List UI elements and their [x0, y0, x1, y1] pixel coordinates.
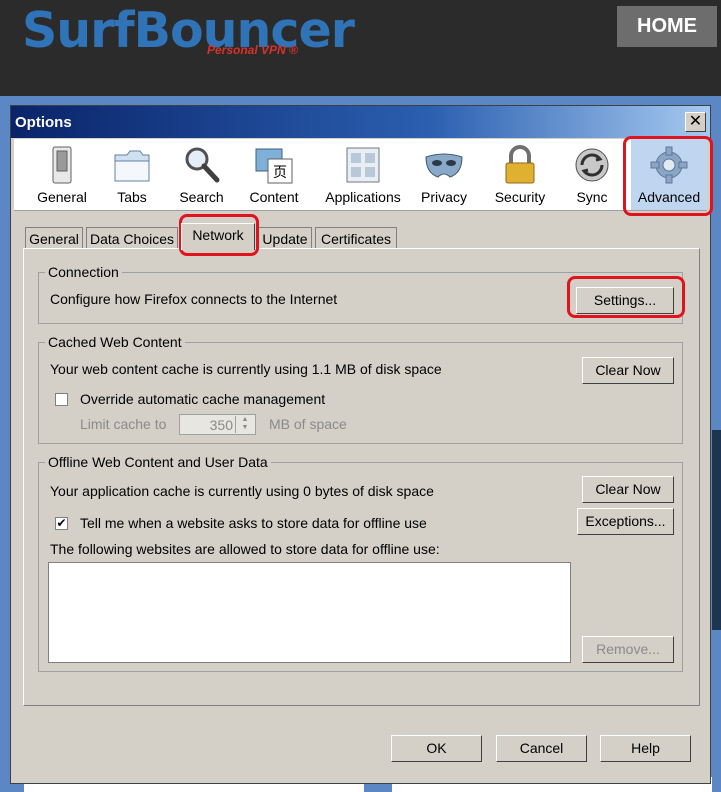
- site-logo[interactable]: SurfBouncer: [22, 2, 355, 59]
- settings-highlight: [567, 276, 685, 318]
- ok-button[interactable]: OK: [391, 735, 482, 762]
- help-button[interactable]: Help: [600, 735, 691, 762]
- offline-sites-list[interactable]: [48, 562, 571, 663]
- pane-label: Privacy: [421, 189, 467, 205]
- pane-label: Tabs: [117, 189, 147, 205]
- dialog-titlebar[interactable]: Options ✕: [11, 106, 710, 138]
- tab-data-choices[interactable]: Data Choices: [86, 227, 178, 249]
- button-label: Remove...: [596, 641, 660, 657]
- override-cache-checkbox[interactable]: [55, 393, 68, 406]
- pane-privacy[interactable]: Privacy: [414, 139, 474, 210]
- button-label: Exceptions...: [585, 513, 666, 529]
- options-dialog: Options ✕ General Tabs Search 页 Content …: [10, 105, 713, 784]
- connection-description: Configure how Firefox connects to the In…: [50, 291, 338, 307]
- page-background-strip: [712, 430, 721, 630]
- pane-label: Content: [249, 189, 299, 205]
- pane-label: Security: [494, 189, 546, 205]
- group-legend: Connection: [45, 264, 122, 280]
- pane-label: Sync: [576, 189, 608, 205]
- remove-button: Remove...: [582, 636, 674, 663]
- tab-network[interactable]: Network: [181, 223, 255, 250]
- tab-update[interactable]: Update: [258, 227, 312, 249]
- spinner-arrows-icon[interactable]: ▲ ▼: [235, 416, 254, 433]
- checkmark-icon: ✔: [56, 516, 67, 530]
- magnifier-icon: [185, 147, 219, 183]
- pane-sync[interactable]: Sync: [567, 139, 617, 210]
- group-legend: Cached Web Content: [45, 334, 185, 350]
- tabs-icon: [114, 150, 150, 182]
- offline-content-group: Offline Web Content and User Data Your a…: [38, 454, 683, 672]
- cached-content-group: Cached Web Content Your web content cach…: [38, 334, 683, 444]
- switch-icon: [52, 146, 72, 184]
- cache-limit-spinner[interactable]: 350 ▲ ▼: [179, 414, 256, 435]
- sync-icon: [575, 148, 609, 182]
- pane-general[interactable]: General: [27, 139, 97, 210]
- cache-limit-value: 350: [209, 417, 233, 433]
- button-label: Help: [631, 740, 660, 756]
- override-cache-label: Override automatic cache management: [80, 391, 326, 407]
- offline-usage-text: Your application cache is currently usin…: [50, 483, 434, 499]
- offline-allowed-label: The following websites are allowed to st…: [50, 541, 440, 557]
- close-icon: ✕: [688, 113, 703, 130]
- tell-offline-checkbox[interactable]: ✔: [55, 517, 68, 530]
- mask-icon: [425, 153, 463, 178]
- tab-general[interactable]: General: [25, 227, 83, 249]
- offline-clear-now-button[interactable]: Clear Now: [582, 476, 674, 503]
- home-button[interactable]: HOME: [617, 6, 717, 47]
- exceptions-button[interactable]: Exceptions...: [577, 508, 674, 535]
- advanced-highlight: [623, 136, 713, 216]
- pane-label: Search: [179, 189, 224, 205]
- group-legend: Offline Web Content and User Data: [45, 454, 271, 470]
- tab-certificates[interactable]: Certificates: [315, 227, 397, 249]
- content-icon: 页: [255, 148, 293, 184]
- padlock-icon: [505, 145, 535, 184]
- dialog-title: Options: [15, 114, 72, 131]
- svg-text:页: 页: [273, 164, 287, 180]
- cancel-button[interactable]: Cancel: [496, 735, 587, 762]
- limit-cache-unit: MB of space: [269, 416, 347, 432]
- cache-clear-now-button[interactable]: Clear Now: [582, 357, 674, 384]
- preference-panes-toolbar: General Tabs Search 页 Content Applicatio…: [14, 139, 707, 211]
- button-label: Cancel: [519, 740, 564, 756]
- limit-cache-label: Limit cache to: [80, 416, 167, 432]
- pane-applications[interactable]: Applications: [317, 139, 409, 210]
- cache-usage-text: Your web content cache is currently usin…: [50, 361, 442, 377]
- button-label: Clear Now: [595, 481, 661, 497]
- pane-search[interactable]: Search: [169, 139, 234, 210]
- site-header: SurfBouncer Personal VPN ® HOME: [0, 0, 721, 96]
- button-label: OK: [426, 740, 447, 756]
- pane-label: General: [37, 189, 87, 205]
- applications-icon: [346, 147, 380, 183]
- pane-content[interactable]: 页 Content: [242, 139, 306, 210]
- pane-tabs[interactable]: Tabs: [102, 139, 162, 210]
- button-label: Clear Now: [595, 362, 661, 378]
- close-button[interactable]: ✕: [685, 112, 706, 132]
- tell-offline-label: Tell me when a website asks to store dat…: [80, 515, 427, 531]
- pane-security[interactable]: Security: [487, 139, 553, 210]
- site-logo-subtitle: Personal VPN ®: [207, 43, 298, 57]
- pane-label: Applications: [325, 189, 401, 205]
